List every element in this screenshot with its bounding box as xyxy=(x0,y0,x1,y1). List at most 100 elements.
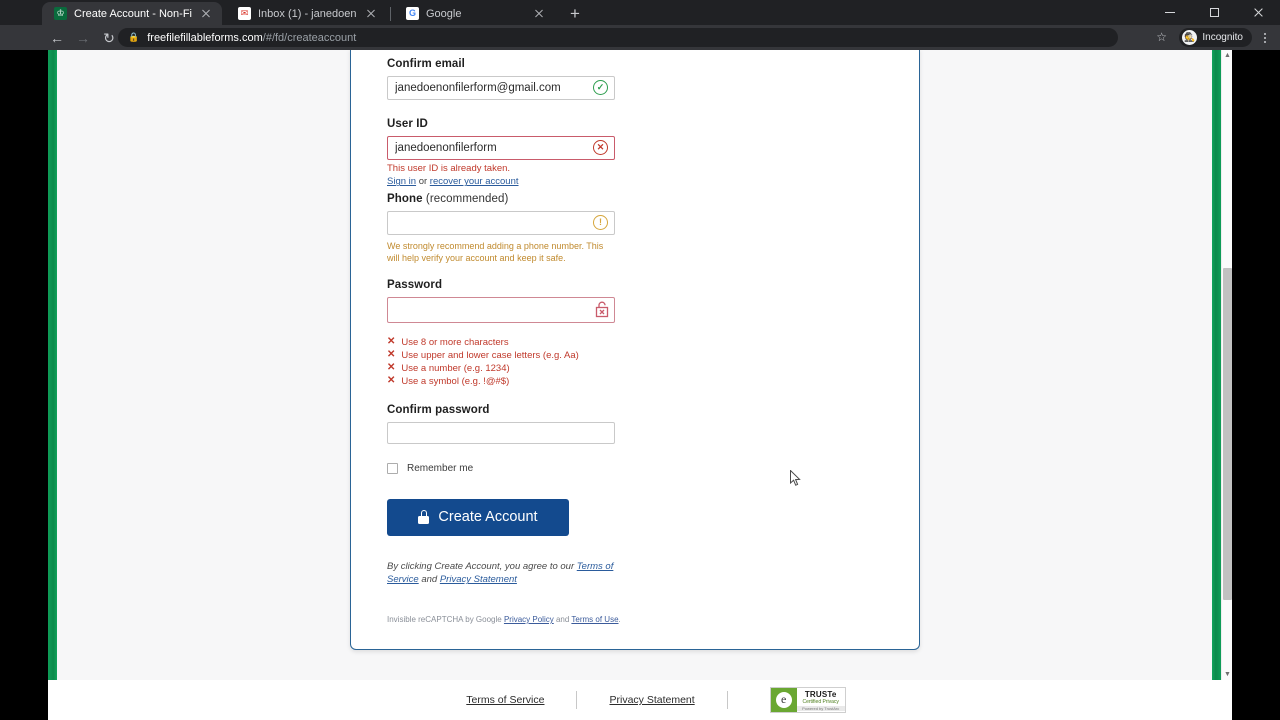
lock-icon: 🔒 xyxy=(128,32,140,42)
form-content: Confirm email ✓ User ID ✕ xyxy=(351,50,881,587)
field-user-id: User ID ✕ This user ID is already taken.… xyxy=(387,118,881,187)
phone-input[interactable] xyxy=(387,211,615,236)
tab-google[interactable]: G Google xyxy=(394,2,554,25)
remember-me-checkbox[interactable] xyxy=(387,462,398,474)
x-mark-icon: ✕ xyxy=(387,349,396,361)
tab-title: Google xyxy=(426,7,462,20)
user-id-error-links: Sign in or recover your account xyxy=(387,176,881,187)
footer-terms-of-service-link[interactable]: Terms of Service xyxy=(434,694,576,706)
page-viewport: Confirm email ✓ User ID ✕ xyxy=(48,50,1232,680)
browser-toolbar: ← → ↻ 🔒 freefilefillableforms.com/#/fd/c… xyxy=(0,25,1280,50)
google-g-icon: G xyxy=(406,7,419,20)
password-rule: ✕ Use 8 or more characters xyxy=(387,336,881,349)
tab-close-icon[interactable] xyxy=(364,7,378,21)
irs-leaf-icon: ♔ xyxy=(54,7,67,20)
address-bar[interactable]: 🔒 freefilefillableforms.com/#/fd/createa… xyxy=(118,28,1118,47)
field-confirm-email: Confirm email ✓ xyxy=(387,50,881,100)
terms-note-prefix: By clicking Create Account, you agree to… xyxy=(387,560,577,572)
truste-powered-by: Powered by TrustArc xyxy=(796,705,845,711)
confirm-password-input-wrap xyxy=(387,421,615,444)
user-id-input[interactable] xyxy=(387,136,615,160)
phone-label-main: Phone xyxy=(387,193,423,206)
check-circle-icon: ✓ xyxy=(593,80,609,96)
new-tab-button[interactable]: + xyxy=(565,4,585,24)
remember-me-row[interactable]: Remember me xyxy=(387,462,881,474)
incognito-label: Incognito xyxy=(1202,32,1243,43)
recaptcha-privacy-policy-link[interactable]: Privacy Policy xyxy=(504,615,554,624)
user-id-label: User ID xyxy=(387,118,428,130)
create-account-button-label: Create Account xyxy=(438,509,538,526)
terms-note-middle: and xyxy=(418,574,440,586)
tab-strip: ♔ Create Account - Non-Filers: Ent ✉ Inb… xyxy=(0,0,1280,25)
url-domain: freefilefillableforms.com xyxy=(147,31,263,44)
user-id-input-wrap: ✕ xyxy=(387,136,615,160)
footer-privacy-statement-link[interactable]: Privacy Statement xyxy=(577,694,726,706)
password-rules-list: ✕ Use 8 or more characters ✕ Use upper a… xyxy=(387,336,881,388)
recover-account-link[interactable]: recover your account xyxy=(430,176,519,187)
recaptcha-suffix: . xyxy=(618,615,621,624)
back-icon[interactable]: ← xyxy=(44,25,70,50)
tab-close-icon[interactable] xyxy=(532,7,546,21)
phone-label-suffix: (recommended) xyxy=(422,193,509,206)
recaptcha-notice: Invisible reCAPTCHA by Google Privacy Po… xyxy=(387,615,621,624)
field-phone: Phone (recommended) ! We strongly recomm… xyxy=(387,193,881,264)
x-mark-icon: ✕ xyxy=(387,375,396,387)
forward-icon[interactable]: → xyxy=(70,25,96,50)
create-account-button[interactable]: Create Account xyxy=(387,498,569,536)
phone-input-wrap: ! xyxy=(387,211,615,236)
confirm-email-input[interactable] xyxy=(387,76,615,100)
truste-logo-icon: e xyxy=(770,688,797,712)
recaptcha-terms-of-use-link[interactable]: Terms of Use xyxy=(571,615,618,624)
confirm-password-input[interactable] xyxy=(387,421,615,444)
exclamation-circle-icon: ! xyxy=(593,215,609,231)
phone-warning-text: We strongly recommend adding a phone num… xyxy=(387,241,604,264)
url-path: /#/fd/createaccount xyxy=(262,31,357,44)
password-rule-text: Use a symbol (e.g. !@#$) xyxy=(401,375,510,387)
recaptcha-prefix: Invisible reCAPTCHA by Google xyxy=(387,615,504,624)
tab-create-account[interactable]: ♔ Create Account - Non-Filers: Ent xyxy=(42,2,222,25)
password-rule-text: Use a number (e.g. 1234) xyxy=(401,362,510,374)
scroll-down-icon[interactable]: ▼ xyxy=(1222,669,1232,680)
field-confirm-password: Confirm password xyxy=(387,404,881,444)
green-accent-bar-right xyxy=(1212,50,1221,680)
remember-me-label: Remember me xyxy=(407,462,474,474)
footer-divider xyxy=(726,691,728,709)
password-rule-text: Use upper and lower case letters (e.g. A… xyxy=(401,349,579,361)
password-rule: ✕ Use a symbol (e.g. !@#$) xyxy=(387,375,881,388)
gmail-icon: ✉ xyxy=(238,7,251,20)
maximize-icon[interactable] xyxy=(1192,0,1236,25)
scroll-up-icon[interactable]: ▲ xyxy=(1222,50,1232,61)
terms-note: By clicking Create Account, you agree to… xyxy=(387,560,637,588)
scrollbar-thumb[interactable] xyxy=(1223,268,1232,600)
tab-gmail-inbox[interactable]: ✉ Inbox (1) - janedoenonfilerform( xyxy=(226,2,386,25)
password-rule-text: Use 8 or more characters xyxy=(401,336,509,348)
truste-badge[interactable]: e TRUSTe Certified Privacy Powered by Tr… xyxy=(769,687,846,713)
minimize-icon[interactable] xyxy=(1148,0,1192,25)
page-footer: Terms of Service Privacy Statement e TRU… xyxy=(48,680,1232,720)
sign-in-link[interactable]: Sign in xyxy=(387,176,416,187)
incognito-avatar-icon: 🕵 xyxy=(1182,30,1198,45)
truste-subtitle: Certified Privacy xyxy=(802,698,839,705)
x-circle-icon: ✕ xyxy=(593,140,609,156)
x-mark-icon: ✕ xyxy=(387,336,396,348)
tab-title: Create Account - Non-Filers: Ent xyxy=(74,7,192,20)
privacy-statement-link[interactable]: Privacy Statement xyxy=(440,574,517,585)
window-controls xyxy=(1148,0,1280,25)
lock-icon xyxy=(418,510,430,525)
tab-close-icon[interactable] xyxy=(199,7,213,21)
url-text: freefilefillableforms.com/#/fd/createacc… xyxy=(147,32,356,44)
password-label: Password xyxy=(387,278,443,291)
create-account-card: Confirm email ✓ User ID ✕ xyxy=(350,50,920,650)
unlocked-x-icon xyxy=(592,299,612,319)
mouse-cursor xyxy=(790,469,802,488)
close-icon[interactable] xyxy=(1236,0,1280,25)
truste-text: TRUSTe Certified Privacy Powered by Trus… xyxy=(796,688,845,712)
user-id-error-text: This user ID is already taken. xyxy=(387,163,511,174)
browser-menu-icon[interactable] xyxy=(1256,28,1274,47)
password-input-wrap xyxy=(387,296,615,323)
password-input[interactable] xyxy=(387,296,615,323)
field-password: Password ✕ Use 8 or more characters ✕ Us… xyxy=(387,279,881,388)
bookmark-star-icon[interactable]: ☆ xyxy=(1156,30,1167,44)
incognito-indicator[interactable]: 🕵 Incognito xyxy=(1179,28,1252,47)
page-scrollbar[interactable]: ▲ ▼ xyxy=(1221,50,1232,680)
